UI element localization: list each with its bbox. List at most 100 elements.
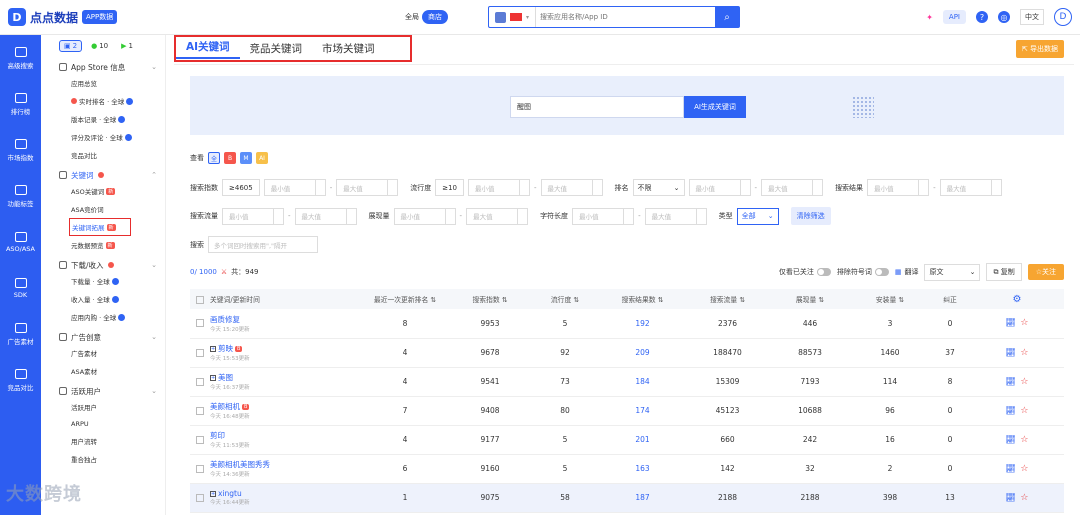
tab-competitor-keywords[interactable]: 竞品关键词 — [240, 41, 313, 56]
index-max-input[interactable]: 最大值 — [336, 179, 399, 196]
trend-chart-icon[interactable]: 📈︎ — [1005, 348, 1015, 357]
col-results[interactable]: 搜索结果数 ⇅ — [600, 289, 685, 309]
star-icon[interactable]: ☆ — [1020, 493, 1028, 503]
pop-min-input[interactable]: 最小值 — [468, 179, 530, 196]
col-settings[interactable]: ⚙ — [970, 289, 1064, 309]
results-cell[interactable]: 201 — [600, 425, 685, 455]
star-icon[interactable]: ☆ — [1020, 406, 1028, 416]
sidebar-section-header[interactable]: 活跃用户 ⌄ — [59, 384, 165, 398]
sidebar-item[interactable]: 元数据预览新 — [59, 236, 165, 254]
row-checkbox[interactable] — [196, 493, 204, 502]
col-last-rank[interactable]: 最近一次更新排名 ⇅ — [360, 289, 450, 309]
trend-chart-icon[interactable]: 📈︎ — [1005, 435, 1015, 444]
type-select[interactable]: 全部 ⌄ — [736, 207, 779, 225]
app-search-input[interactable] — [536, 13, 715, 21]
sidebar-item[interactable]: 用户流转 — [59, 432, 165, 450]
col-traffic[interactable]: 搜索流量 ⇅ — [685, 289, 770, 309]
sidebar-section-header[interactable]: 下载/收入 ⌄ — [59, 258, 165, 272]
star-icon[interactable]: ☆ — [1020, 435, 1028, 445]
sidebar-item-keyword-expand[interactable]: 关键词拓展新 — [69, 218, 131, 236]
star-icon[interactable]: ☆ — [1020, 318, 1028, 328]
star-icon[interactable]: ☆ — [1020, 377, 1028, 387]
sidebar-item[interactable]: ARPU — [59, 416, 165, 432]
index-min-input[interactable]: 最小值 — [263, 179, 326, 196]
sidebar-item[interactable]: ASA素材 — [59, 362, 165, 380]
trend-chart-icon[interactable]: 📈︎ — [1005, 406, 1015, 415]
length-max-input[interactable]: 最大值 — [644, 207, 707, 225]
expand-icon[interactable]: + — [210, 345, 216, 352]
row-checkbox[interactable] — [196, 435, 204, 444]
row-checkbox[interactable] — [196, 377, 204, 386]
platform-google-play[interactable]: ▶ 1 — [117, 40, 137, 52]
language-select[interactable]: 中文 — [1020, 9, 1044, 25]
gift-icon[interactable]: ✦ — [926, 13, 933, 22]
sidebar-item[interactable]: 评分及评论 · 全球 — [59, 128, 165, 146]
col-keyword[interactable]: 关键词/更新时间 — [190, 289, 360, 309]
table-row[interactable]: + 美图 今天 16:37更新 4 9541 73 184 15309 7193 114 8 📈︎ ☆ — [190, 367, 1064, 397]
length-min-input[interactable]: 最小值 — [572, 207, 635, 225]
results-min-input[interactable]: 最小值 — [867, 179, 930, 196]
traffic-max-input[interactable]: 最大值 — [294, 207, 357, 225]
expand-icon[interactable]: + — [210, 490, 216, 497]
exposure-min-input[interactable]: 最小值 — [393, 207, 456, 225]
avatar[interactable]: D — [1054, 8, 1072, 26]
rail-item-competitor-compare[interactable]: 竞品对比 — [0, 357, 41, 403]
sidebar-item[interactable]: 竞品对比 — [59, 146, 165, 164]
table-row[interactable]: + xingtu 今天 16:44更新 1 9075 58 187 2188 2188 398 13… — [190, 483, 1064, 513]
sidebar-item[interactable]: 下载量 · 全球 — [59, 272, 165, 290]
notification-icon[interactable]: ◎ — [998, 11, 1010, 23]
trend-chart-icon[interactable]: 📈︎ — [1005, 377, 1015, 386]
results-cell[interactable]: 174 — [600, 396, 685, 426]
copy-button[interactable]: ⧉ 复制 — [986, 263, 1022, 281]
keyword-search-input[interactable]: 多个词回时搜索用","隔开 — [208, 236, 318, 253]
expand-icon[interactable]: + — [210, 374, 216, 381]
row-checkbox[interactable] — [196, 464, 204, 473]
only-followed-toggle[interactable]: 仅看已关注 — [779, 267, 831, 277]
sidebar-item[interactable]: 活跃用户 — [59, 398, 165, 416]
search-button[interactable]: ⌕ — [715, 7, 739, 27]
col-search-index[interactable]: 搜索指数 ⇅ — [450, 289, 530, 309]
results-max-input[interactable]: 最大值 — [939, 179, 1002, 196]
trend-chart-icon[interactable]: 📈︎ — [1005, 493, 1015, 502]
keyword-link[interactable]: 美颜相机 — [210, 401, 240, 412]
keyword-link[interactable]: 美颜相机美图秀秀 — [210, 459, 270, 470]
results-cell[interactable]: 163 — [600, 454, 685, 484]
gear-icon[interactable]: ⚙ — [1013, 294, 1022, 305]
results-cell[interactable]: 184 — [600, 367, 685, 397]
keyword-link[interactable]: 剪映 — [218, 343, 233, 354]
platform-android[interactable]: ● 10 — [87, 40, 112, 52]
keyword-link[interactable]: 美图 — [218, 372, 233, 383]
star-icon[interactable]: ☆ — [1020, 464, 1028, 474]
clear-filters-button[interactable]: 清除筛选 — [790, 207, 831, 225]
translate-toggle[interactable]: ▦ 翻译 — [895, 267, 919, 277]
col-installs[interactable]: 安装量 ⇅ — [850, 289, 930, 309]
sidebar-item[interactable]: 重合独占 — [59, 450, 165, 468]
sidebar-item[interactable]: 版本记录 · 全球 — [59, 110, 165, 128]
rail-item-aso-asa[interactable]: ASO/ASA — [0, 219, 41, 265]
keyword-link[interactable]: xingtu — [218, 489, 242, 498]
view-ai-chip[interactable]: AI — [256, 152, 268, 164]
select-all-checkbox[interactable] — [196, 296, 204, 304]
table-row[interactable]: + 剪映 B 今天 15:53更新 4 9678 92 209 188470 88573 1460 3… — [190, 338, 1064, 368]
api-button[interactable]: API — [942, 10, 966, 24]
region-toggle[interactable]: 全局 商店 — [405, 10, 448, 24]
results-cell[interactable]: 209 — [600, 338, 685, 368]
row-checkbox[interactable] — [196, 348, 204, 357]
results-cell[interactable]: 187 — [600, 483, 685, 513]
sidebar-section-header[interactable]: 关键词 ⌃ — [59, 168, 165, 182]
switch[interactable] — [874, 268, 889, 276]
col-popularity[interactable]: 流行度 ⇅ — [530, 289, 600, 309]
export-button[interactable]: ⇱ 导出数据 — [1015, 40, 1064, 58]
sidebar-item[interactable]: ASA竞价词 — [59, 200, 165, 218]
row-checkbox[interactable] — [196, 406, 204, 415]
help-icon[interactable]: ? — [976, 11, 988, 23]
platform-ios[interactable]: ▣ 2 — [59, 40, 83, 52]
follow-button[interactable]: ☆关注 — [1027, 264, 1064, 280]
view-m-chip[interactable]: M — [240, 152, 252, 164]
rank-min-input[interactable]: 最小值 — [688, 179, 751, 196]
switch[interactable] — [816, 268, 831, 276]
rail-item-market-index[interactable]: 市场指数 — [0, 127, 41, 173]
tab-ai-keywords[interactable]: AI关键词 — [176, 39, 240, 59]
store-country-select[interactable]: ▾ — [489, 7, 537, 27]
rail-item-sdk[interactable]: SDK — [0, 265, 41, 311]
